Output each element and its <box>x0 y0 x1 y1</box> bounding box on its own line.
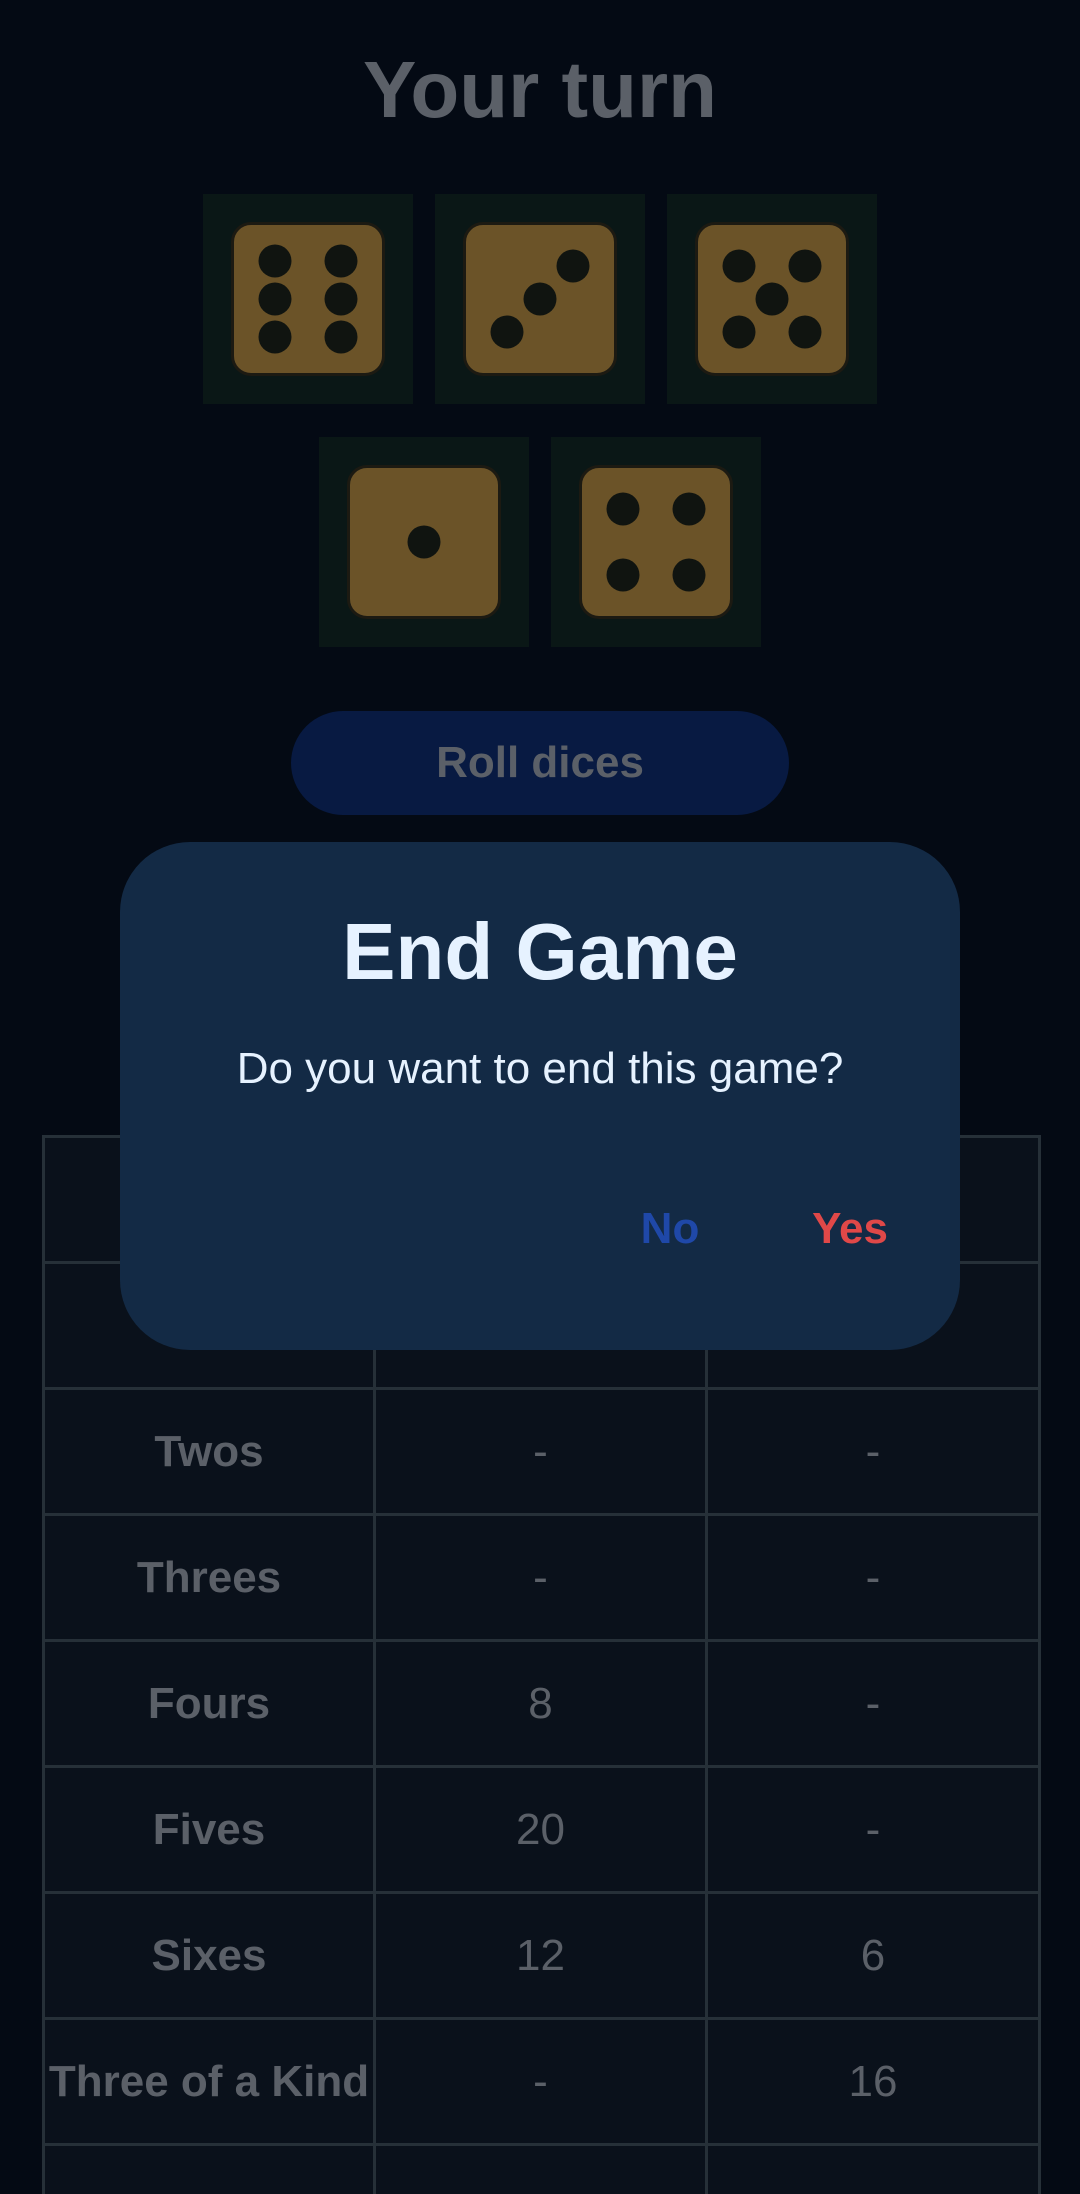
dice-slot[interactable] <box>319 437 529 647</box>
roll-dice-button[interactable]: Roll dices <box>291 711 789 815</box>
dice-pip <box>324 282 358 316</box>
row-label: Three of a Kind <box>42 2017 376 2146</box>
dice-six-icon <box>231 222 385 376</box>
score-cell[interactable]: 6 <box>705 1891 1041 2020</box>
score-cell[interactable]: - <box>705 1639 1041 1768</box>
dice-pip <box>606 492 640 526</box>
dice-pip <box>722 249 756 283</box>
score-cell[interactable] <box>373 2143 708 2194</box>
row-label <box>42 2143 376 2194</box>
dialog-message: Do you want to end this game? <box>236 1044 844 1093</box>
score-cell[interactable]: - <box>373 1513 708 1642</box>
row-label: Sixes <box>42 1891 376 2020</box>
table-row <box>42 2143 1041 2194</box>
dice-slot[interactable] <box>203 194 413 404</box>
dice-pip <box>407 525 441 559</box>
row-label: Fours <box>42 1639 376 1768</box>
score-cell[interactable]: - <box>705 1765 1041 1894</box>
score-cell[interactable]: 20 <box>373 1765 708 1894</box>
dice-pip <box>490 315 524 349</box>
score-cell[interactable]: - <box>705 1513 1041 1642</box>
dice-pip <box>523 282 557 316</box>
dice-pip <box>755 282 789 316</box>
table-row: Three of a Kind - 16 <box>42 2017 1041 2146</box>
dice-pip <box>788 315 822 349</box>
dice-five-icon <box>695 222 849 376</box>
score-cell[interactable]: - <box>705 1387 1041 1516</box>
no-button[interactable]: No <box>600 1194 740 1264</box>
dice-slot[interactable] <box>551 437 761 647</box>
table-row: Fours 8 - <box>42 1639 1041 1768</box>
score-cell[interactable] <box>705 2143 1041 2194</box>
score-cell[interactable]: 16 <box>705 2017 1041 2146</box>
dice-pip <box>672 558 706 592</box>
score-cell[interactable]: - <box>373 1387 708 1516</box>
dice-pip <box>722 315 756 349</box>
table-row: Twos - - <box>42 1387 1041 1516</box>
table-row: Fives 20 - <box>42 1765 1041 1894</box>
turn-title: Your turn <box>362 45 718 134</box>
score-cell[interactable]: 8 <box>373 1639 708 1768</box>
dice-pip <box>258 244 292 278</box>
dice-pip <box>324 320 358 354</box>
dice-pip <box>788 249 822 283</box>
dice-slot[interactable] <box>435 194 645 404</box>
table-row: Sixes 12 6 <box>42 1891 1041 2020</box>
row-label: Fives <box>42 1765 376 1894</box>
dice-pip <box>258 282 292 316</box>
dice-four-icon <box>579 465 733 619</box>
dice-slot[interactable] <box>667 194 877 404</box>
dice-pip <box>606 558 640 592</box>
dice-one-icon <box>347 465 501 619</box>
dice-pip <box>258 320 292 354</box>
end-game-dialog: End Game Do you want to end this game? N… <box>120 842 960 1350</box>
dice-three-icon <box>463 222 617 376</box>
score-cell[interactable]: - <box>373 2017 708 2146</box>
dice-pip <box>672 492 706 526</box>
row-label: Threes <box>42 1513 376 1642</box>
row-label: Twos <box>42 1387 376 1516</box>
dice-pip <box>324 244 358 278</box>
dice-pip <box>556 249 590 283</box>
yes-button[interactable]: Yes <box>770 1194 930 1264</box>
table-row: Threes - - <box>42 1513 1041 1642</box>
score-cell[interactable]: 12 <box>373 1891 708 2020</box>
game-screen: Your turn Roll dices Twos - - Threes - -… <box>0 0 1080 2194</box>
dialog-title: End Game <box>342 907 738 996</box>
